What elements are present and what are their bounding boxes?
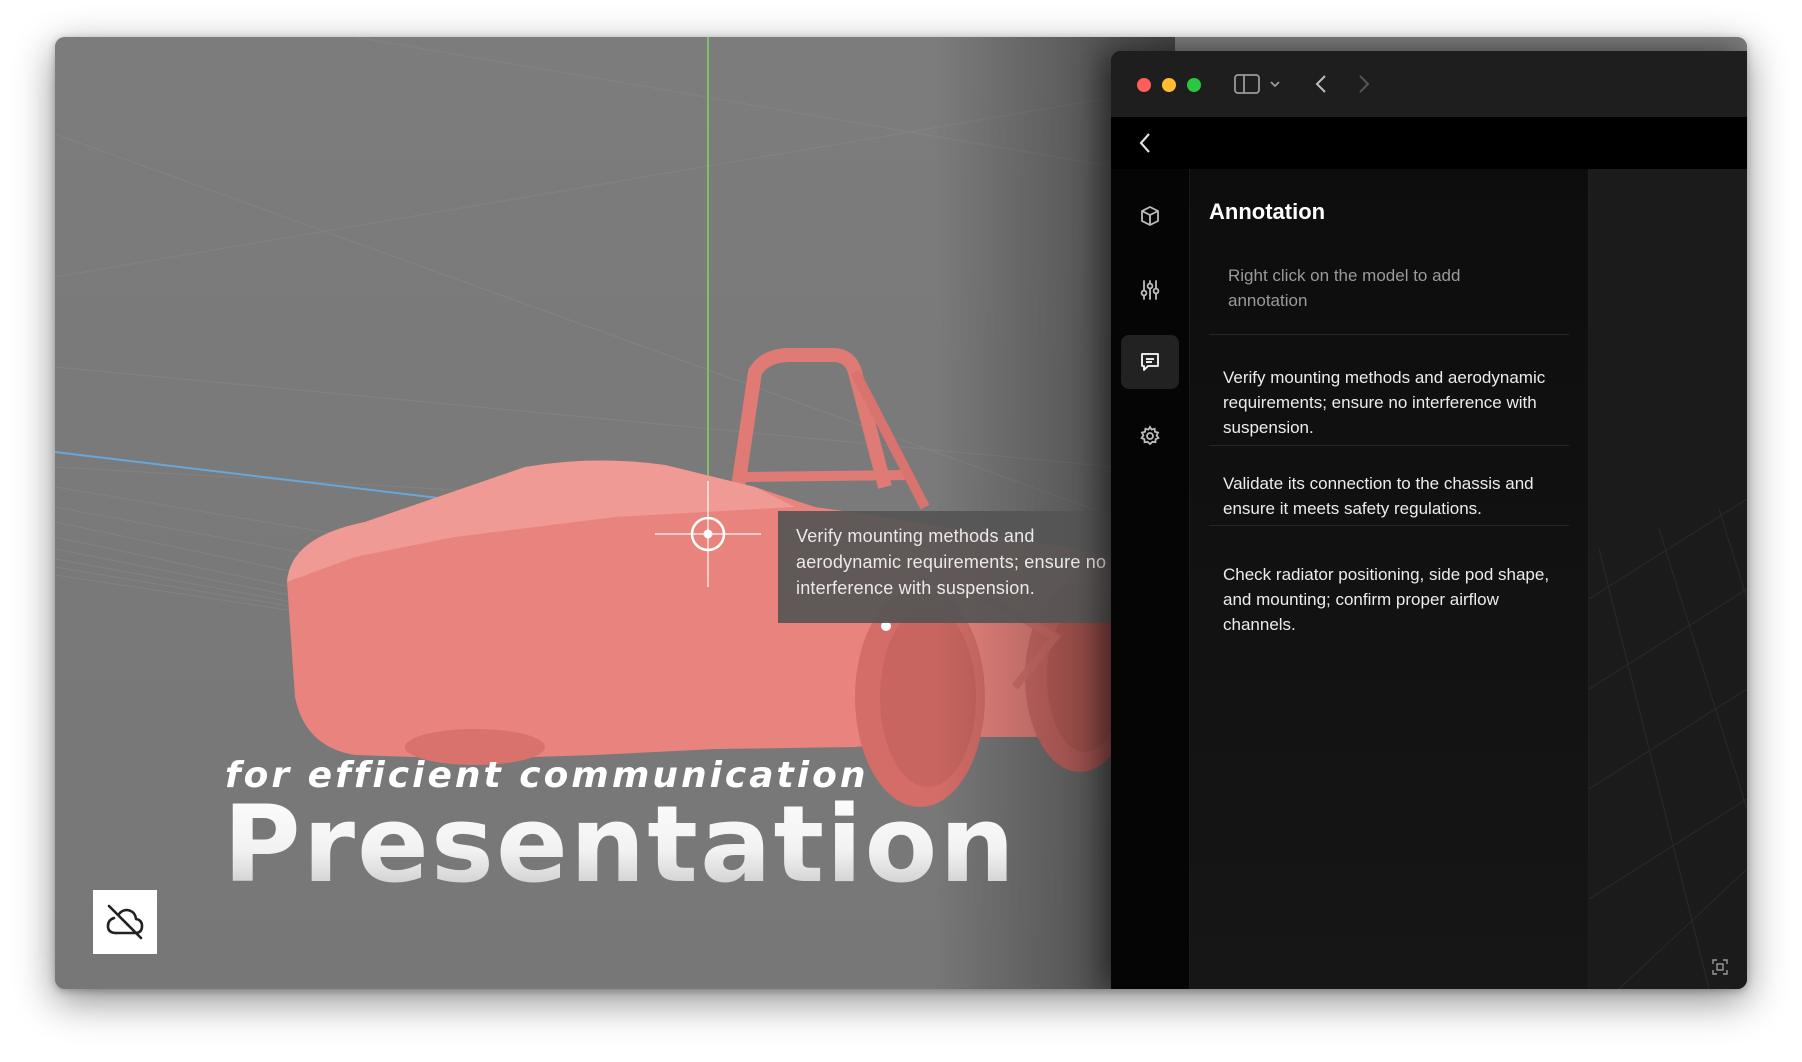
annotation-item[interactable]: Validate its connection to the chassis a… [1223, 471, 1553, 521]
preview-grid [1589, 498, 1747, 989]
presentation-slide: Verify mounting methods and aerodynamic … [55, 37, 1747, 989]
history-back-button[interactable] [1313, 71, 1329, 97]
divider [1209, 525, 1569, 526]
preview-viewport[interactable] [1589, 169, 1747, 989]
sliders-icon [1140, 280, 1160, 300]
screenshot-button[interactable] [1712, 959, 1728, 980]
window-titlebar [1111, 51, 1747, 117]
chevron-left-icon [1139, 133, 1150, 153]
annotation-tool-button[interactable] [1121, 335, 1179, 389]
app-window: Annotation Right click on the model to a… [1111, 51, 1747, 989]
chevron-right-icon [1359, 75, 1370, 93]
logo [93, 890, 157, 954]
slide-title: Presentation [223, 783, 1017, 906]
sidebar-toggle-button[interactable] [1233, 71, 1261, 97]
annotation-callout: Verify mounting methods and aerodynamic … [778, 511, 1128, 623]
annotation-item[interactable]: Check radiator positioning, side pod sha… [1223, 562, 1553, 637]
sidebar-icon [1234, 74, 1260, 94]
back-button[interactable] [1135, 131, 1155, 155]
model-tool-button[interactable] [1121, 189, 1179, 243]
annotation-panel: Annotation Right click on the model to a… [1190, 169, 1589, 989]
comment-icon [1141, 353, 1159, 371]
cube-icon [1141, 206, 1159, 226]
minimize-window-button[interactable] [1162, 78, 1176, 92]
sidebar-dropdown-button[interactable] [1269, 71, 1281, 97]
close-window-button[interactable] [1137, 78, 1151, 92]
annotation-item[interactable]: Verify mounting methods and aerodynamic … [1223, 365, 1553, 440]
chevron-left-icon [1315, 75, 1326, 93]
cloud-off-icon [106, 904, 144, 940]
tool-sidebar [1111, 169, 1190, 989]
chevron-down-icon [1270, 81, 1280, 88]
panel-title: Annotation [1209, 199, 1326, 224]
screenshot-icon [1712, 959, 1728, 975]
annotation-hint: Right click on the model to add annotati… [1228, 266, 1461, 310]
divider [1209, 445, 1569, 446]
history-forward-button[interactable] [1356, 71, 1372, 97]
app-navbar [1111, 117, 1747, 169]
adjust-tool-button[interactable] [1121, 263, 1179, 317]
gear-icon [1140, 425, 1160, 446]
divider [1209, 334, 1569, 335]
zoom-window-button[interactable] [1187, 78, 1201, 92]
settings-tool-button[interactable] [1121, 409, 1179, 463]
